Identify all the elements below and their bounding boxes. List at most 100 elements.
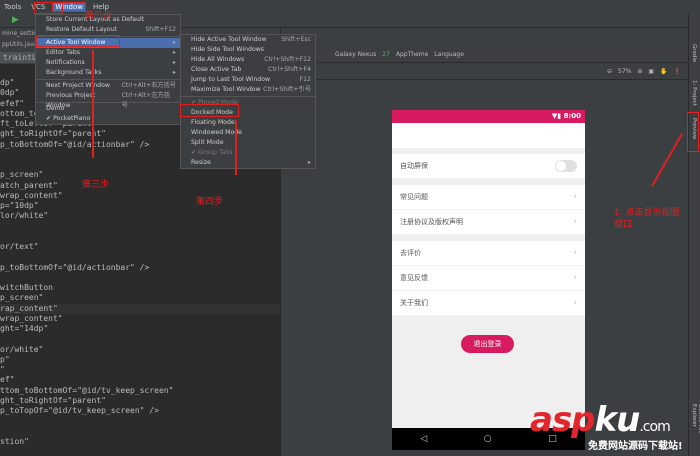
menu-item[interactable]: Hide Side Tool Windows xyxy=(181,45,315,55)
row-rate[interactable]: 去评价 › xyxy=(392,241,585,266)
chevron-right-icon: › xyxy=(573,192,577,202)
row-faq[interactable]: 常见问题 › xyxy=(392,185,585,210)
menu-item[interactable]: Notifications ▸ xyxy=(36,58,180,68)
menu-item-label: Demo xyxy=(46,105,65,112)
designer-toolbar-2: ⊖ 57% ⊕ ▣ ✋ ❗ xyxy=(281,63,689,80)
code-line: witchButton xyxy=(0,283,53,292)
code-line: ef" xyxy=(0,375,15,385)
device-select[interactable]: Galaxy Nexus xyxy=(335,51,376,58)
theme-select[interactable]: AppTheme xyxy=(396,51,428,58)
menu-item-label: Restore Default Layout xyxy=(46,26,118,33)
highlight-box xyxy=(36,35,120,47)
step4-note: 第四步 xyxy=(196,197,224,207)
menu-tools[interactable]: Tools xyxy=(2,3,23,11)
menu-item-shortcut: Ctrl+Shift+F12 xyxy=(264,56,311,63)
row-label: 意见反馈 xyxy=(400,274,428,282)
menu-item[interactable]: Split Mode xyxy=(181,138,315,148)
status-bar: ▼▮ 8:00 xyxy=(392,110,585,123)
highlight-box xyxy=(34,2,63,14)
zoom-out-icon[interactable]: ⊖ xyxy=(607,68,612,75)
chevron-right-icon: › xyxy=(573,217,577,227)
menu-item-label: Jump to Last Tool Window xyxy=(191,76,271,83)
gradle-tab[interactable]: Gradle xyxy=(691,44,697,62)
tab-apputils[interactable]: ppUtils.java xyxy=(2,41,37,48)
menu-item[interactable]: Hide Active Tool Window Shift+Esc xyxy=(181,35,315,45)
row-about[interactable]: 关于我们 › xyxy=(392,291,585,316)
pan-icon[interactable]: ✋ xyxy=(660,68,667,75)
fit-icon[interactable]: ▣ xyxy=(648,68,654,75)
toggle-switch[interactable] xyxy=(555,160,577,172)
menu-item[interactable]: ✔ PocketPiano xyxy=(36,114,180,124)
step3-note: 第三步 xyxy=(82,180,110,190)
menu-item[interactable]: Hide All Windows Ctrl+Shift+F12 xyxy=(181,55,315,65)
run-icon[interactable]: ▶ xyxy=(12,15,19,25)
code-line: p_toTopOf="@id/tv_keep_screen" /> xyxy=(0,406,159,415)
menu-item-shortcut: Ctrl+Shift+F4 xyxy=(268,66,311,73)
warning-icon[interactable]: ❗ xyxy=(674,68,681,75)
row-label: 去评价 xyxy=(400,249,421,257)
code-line: ttom_toBottomOf="@id/tv_keep_screen" xyxy=(0,385,174,395)
api-select[interactable]: 27 xyxy=(382,51,390,58)
zoom-in-icon[interactable]: ⊕ xyxy=(637,68,642,75)
step2-note: 第二步 xyxy=(85,11,113,21)
menu-item[interactable]: Windowed Mode xyxy=(181,128,315,138)
home-icon[interactable]: ○ xyxy=(484,434,492,444)
row-auto-screensaver[interactable]: 自动屏保 xyxy=(392,154,585,179)
menu-item-shortcut: ▸ xyxy=(172,39,176,46)
chevron-right-icon: › xyxy=(573,248,577,258)
code-line: p_toBottomOf="@id/actionbar" /> xyxy=(0,262,150,272)
arrow xyxy=(92,50,94,158)
menu-item[interactable]: Restore Default Layout Shift+F12 xyxy=(36,25,180,35)
menu-item-label: Floating Mode xyxy=(191,119,235,126)
chevron-right-icon: › xyxy=(573,298,577,308)
row-feedback[interactable]: 意见反馈 › xyxy=(392,266,585,291)
code-line: " xyxy=(0,365,5,374)
menu-item-shortcut: ▸ xyxy=(172,49,176,56)
menu-item-shortcut: ▸ xyxy=(307,159,311,166)
menu-item-label: Hide All Windows xyxy=(191,56,245,63)
menu-item[interactable]: Jump to Last Tool Window F12 xyxy=(181,75,315,85)
wm-com: .com xyxy=(639,419,670,435)
menu-item[interactable]: Demo xyxy=(36,104,180,114)
menu-item[interactable]: Close Active Tab Ctrl+Shift+F4 xyxy=(181,65,315,75)
window-menu: Store Current Layout as Default Restore D… xyxy=(35,14,181,125)
menu-item-label: Previous Project Window xyxy=(46,92,96,109)
code-line: p_screen" xyxy=(0,170,44,180)
menu-item[interactable]: Previous Project Window Ctrl+Alt+左方括号 xyxy=(36,91,180,109)
menu-item-shortcut: ▸ xyxy=(172,69,176,76)
menu-item[interactable]: Background Tasks ▸ xyxy=(36,68,180,78)
menu-item-label: Notifications xyxy=(46,59,85,66)
chevron-right-icon: › xyxy=(573,273,577,283)
menu-item-shortcut: ▸ xyxy=(172,59,176,66)
code-line: p="10dp" xyxy=(0,201,39,210)
code-line: wrap_content" xyxy=(0,313,63,323)
project-tab[interactable]: 1: Project xyxy=(691,80,697,106)
code-line: ght_toRightOf="parent" xyxy=(0,395,106,405)
logout-button[interactable]: 退出登录 xyxy=(461,335,514,353)
row-agreement[interactable]: 注册协议及版权声明 › xyxy=(392,210,585,235)
menu-item[interactable]: Editor Tabs ▸ xyxy=(36,48,180,58)
menu-item[interactable]: ✔ Group Tabs xyxy=(181,148,315,158)
designer-toolbar: Galaxy Nexus 27 AppTheme Language xyxy=(281,46,689,63)
menu-item-label: Hide Side Tool Windows xyxy=(191,46,265,53)
code-line: or/white" xyxy=(0,344,44,354)
menu-item-shortcut: Ctrl+Shift+引号 xyxy=(263,86,311,93)
menu-item[interactable]: Maximize Tool Window Ctrl+Shift+引号 xyxy=(181,85,315,95)
wm-red: asp xyxy=(530,400,596,440)
language-select[interactable]: Language xyxy=(434,51,464,58)
code-line: rap_content" xyxy=(0,303,280,314)
right-tool-strip: Gradle 1: Project Preview Device File Ex… xyxy=(688,14,700,456)
menu-item-label: Hide Active Tool Window xyxy=(191,36,267,43)
active-tool-window-submenu: Hide Active Tool Window Shift+Esc Hide Sid… xyxy=(180,34,316,169)
code-line: p" xyxy=(0,354,10,364)
device-file-explorer-tab[interactable]: Device File Explorer xyxy=(691,404,700,456)
menu-item[interactable]: Next Project Window Ctrl+Alt+右方括号 xyxy=(36,81,180,91)
menu-item[interactable]: Floating Mode xyxy=(181,118,315,128)
back-icon[interactable]: ◁ xyxy=(420,434,427,444)
menu-item-shortcut: Shift+Esc xyxy=(281,36,311,43)
menu-item[interactable]: Resize ▸ xyxy=(181,158,315,168)
action-bar xyxy=(392,123,585,148)
